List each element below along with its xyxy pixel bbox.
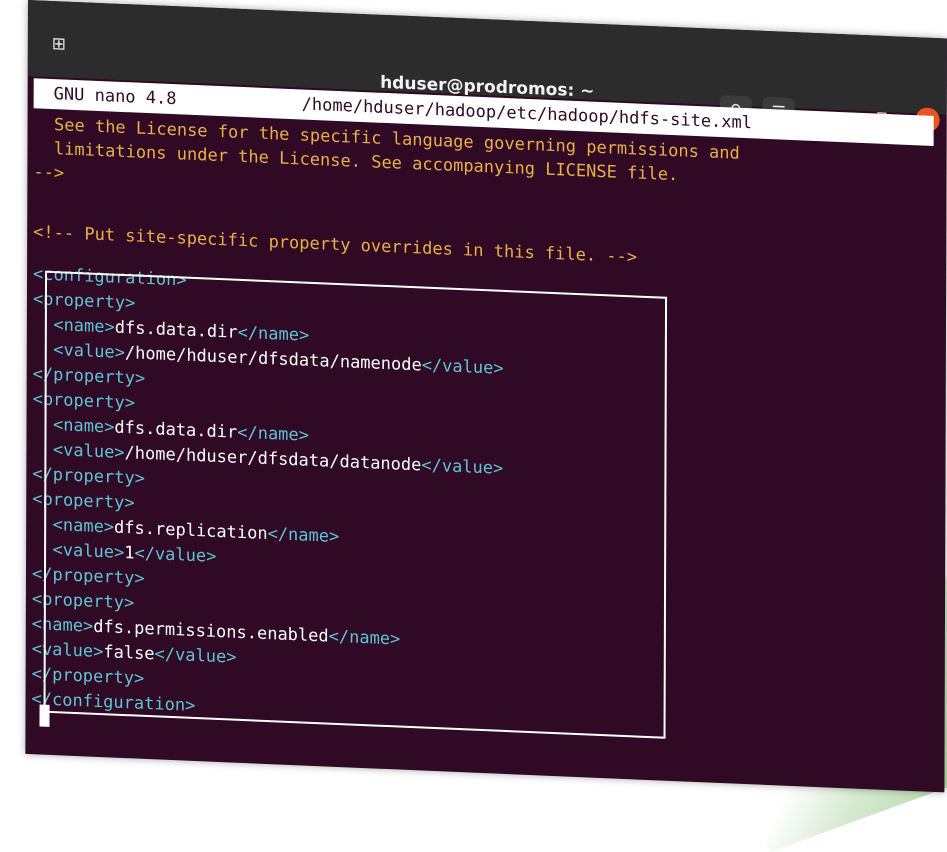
- new-tab-button[interactable]: ⊞: [46, 31, 72, 58]
- text-cursor: [39, 704, 49, 726]
- nano-version: GNU nano 4.8: [54, 79, 177, 114]
- terminal-window[interactable]: ⊞ hduser@prodromos: ~ ⚲ ☰ – ❐ × GNU nano…: [25, 0, 947, 792]
- comment-line: -->: [33, 160, 64, 185]
- new-tab-icon: ⊞: [52, 34, 66, 55]
- highlight-box: [44, 271, 668, 739]
- comment-line: <!-- Put site-specific property override…: [33, 220, 637, 269]
